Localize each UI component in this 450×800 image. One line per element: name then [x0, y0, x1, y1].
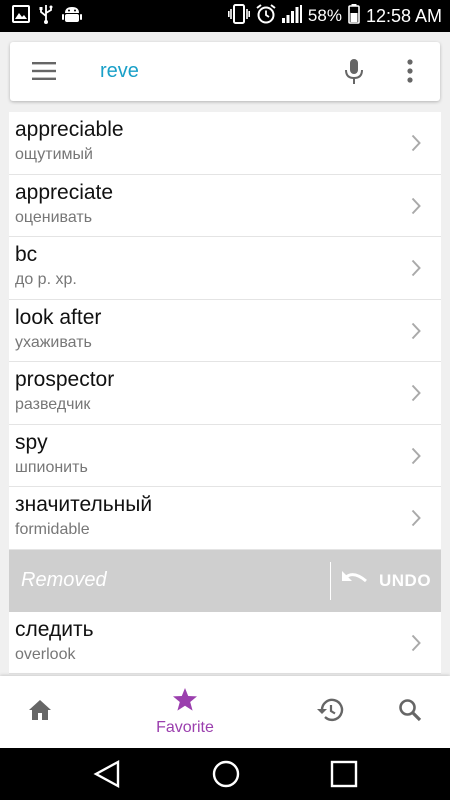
undo-label: UNDO	[379, 570, 432, 590]
system-navigation-bar	[0, 748, 450, 800]
list-item[interactable]: следить overlook	[9, 611, 441, 674]
chevron-right-icon	[411, 259, 421, 282]
removed-snackbar: Removed UNDO	[9, 549, 441, 612]
list-item-translation: ощутимый	[15, 146, 93, 163]
list-item[interactable]: look after ухаживать	[9, 299, 441, 362]
list-item-word: spy	[15, 430, 48, 454]
chevron-right-icon	[411, 322, 421, 345]
vibrate-icon	[227, 3, 250, 29]
chevron-right-icon	[411, 134, 421, 157]
nav-favorite-label: Favorite	[156, 719, 214, 736]
list-item-word: значительный	[15, 493, 153, 516]
clock: 12:58 AM	[365, 5, 442, 26]
history-icon	[316, 698, 344, 727]
undo-icon	[341, 569, 369, 592]
signal-icon	[281, 4, 302, 28]
list-item-translation: до р. хр.	[15, 271, 77, 288]
snackbar-divider	[330, 561, 331, 600]
chevron-right-icon	[411, 384, 421, 407]
list-item[interactable]: значительный formidable	[9, 487, 441, 550]
list-item-translation: шпионить	[15, 458, 88, 476]
removed-label: Removed	[21, 568, 107, 591]
mic-icon[interactable]	[343, 58, 365, 91]
search-input[interactable]: reve	[100, 60, 139, 83]
home-icon	[28, 699, 52, 726]
list-item-translation: оценивать	[15, 208, 93, 226]
list-item-word: bc	[15, 243, 38, 266]
nav-search[interactable]	[385, 676, 435, 748]
star-icon	[172, 687, 198, 717]
search-bar: reve	[10, 42, 440, 101]
menu-icon[interactable]	[32, 62, 56, 80]
search-icon	[398, 698, 422, 727]
image-icon	[12, 4, 30, 28]
nav-history[interactable]	[305, 676, 355, 748]
undo-button[interactable]: UNDO	[341, 566, 431, 596]
usb-icon	[39, 4, 53, 29]
back-icon[interactable]	[93, 759, 121, 794]
list-item-translation: ухаживать	[15, 333, 92, 351]
favorites-list: appreciable ощутимый appreciate оцениват…	[9, 112, 441, 674]
home-circle-icon[interactable]	[211, 759, 241, 794]
status-bar: 58% 12:58 AM	[0, 0, 450, 32]
chevron-right-icon	[411, 509, 421, 532]
chevron-right-icon	[411, 197, 421, 220]
recents-icon[interactable]	[330, 759, 358, 794]
list-item-word: appreciate	[15, 180, 114, 204]
alarm-icon	[256, 3, 276, 29]
chevron-right-icon	[411, 634, 421, 657]
nav-home[interactable]	[15, 676, 65, 748]
list-item-translation: formidable	[15, 521, 90, 538]
list-item-word: следить	[15, 617, 94, 641]
list-item-translation: разведчик	[15, 396, 91, 413]
bottom-navigation: Favorite	[0, 676, 450, 748]
more-vert-icon[interactable]	[406, 58, 414, 89]
list-item-word: prospector	[15, 368, 115, 391]
list-item-word: look after	[15, 305, 102, 329]
battery-icon	[348, 3, 360, 29]
list-item[interactable]: appreciate оценивать	[9, 174, 441, 237]
list-item[interactable]: prospector разведчик	[9, 362, 441, 425]
list-item-word: appreciable	[15, 118, 124, 141]
battery-percent: 58%	[307, 6, 342, 25]
chevron-right-icon	[411, 447, 421, 470]
android-debug-icon	[62, 5, 82, 28]
list-item[interactable]: bc до р. хр.	[9, 237, 441, 300]
list-item[interactable]: spy шпионить	[9, 424, 441, 487]
nav-favorite[interactable]: Favorite	[140, 676, 230, 748]
list-item[interactable]: appreciable ощутимый	[9, 112, 441, 175]
list-item-translation: overlook	[15, 645, 76, 663]
